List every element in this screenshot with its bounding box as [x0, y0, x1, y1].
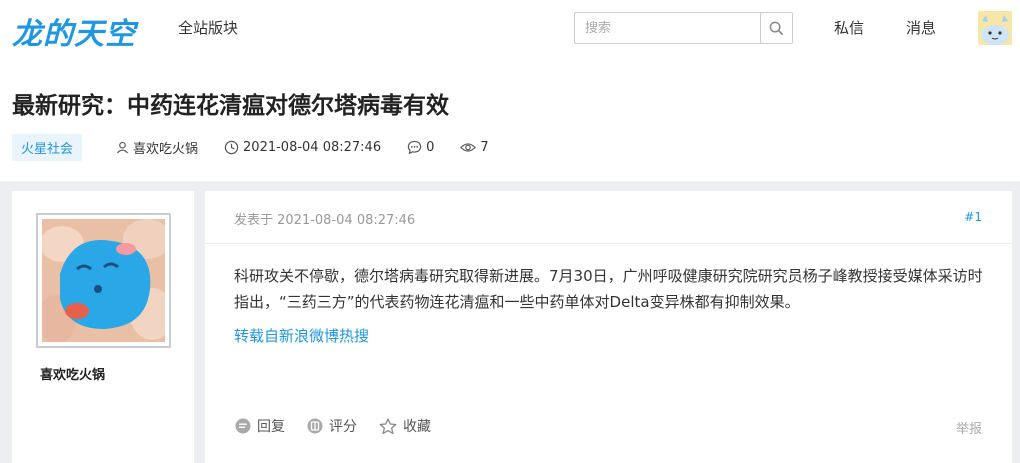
comment-icon [407, 140, 422, 154]
category-tag[interactable]: 火星社会 [12, 133, 83, 161]
post-header: 发表于 2021-08-04 08:27:46 #1 [205, 191, 1012, 244]
author-card: 喜欢吃火锅 [12, 191, 194, 463]
search-box [574, 12, 793, 44]
avatar-image [978, 11, 1012, 45]
author-avatar-image [42, 219, 165, 342]
meta-comments-count: 0 [426, 139, 435, 155]
clock-icon [224, 140, 239, 154]
thread-meta: 火星社会 喜欢吃火锅 2021-08-04 08:27:46 0 7 [12, 133, 515, 161]
meta-views-count: 7 [480, 139, 489, 155]
top-bar: 龙的天空 全站版块 私信 消息 [0, 0, 1020, 60]
post-body: 科研攻关不停歇，德尔塔病毒研究取得新进展。7月30日，广州呼吸健康研究院研究员杨… [234, 267, 983, 311]
search-icon [769, 21, 784, 35]
star-icon [379, 417, 397, 434]
post-card: 发表于 2021-08-04 08:27:46 #1 科研攻关不停歇，德尔塔病毒… [205, 191, 1012, 463]
rate-button[interactable]: 评分 [307, 416, 357, 436]
user-icon [116, 141, 129, 153]
author-avatar[interactable] [36, 213, 171, 348]
search-button[interactable] [760, 13, 792, 43]
favorite-button[interactable]: 收藏 [379, 416, 431, 436]
repost-source-link[interactable]: 转载自新浪微博热搜 [234, 325, 369, 346]
avatar[interactable] [978, 11, 1012, 45]
meta-comments: 0 [407, 140, 434, 155]
post-timestamp: 发表于 2021-08-04 08:27:46 [234, 213, 416, 228]
rate-icon [307, 418, 323, 434]
reply-label: 回复 [257, 419, 285, 435]
rate-label: 评分 [329, 419, 357, 435]
nav-messages[interactable]: 消息 [906, 17, 936, 38]
nav-private-message[interactable]: 私信 [834, 17, 864, 38]
post-actions: 回复 评分 收藏 [235, 416, 453, 436]
search-input[interactable] [575, 13, 760, 43]
reply-button[interactable]: 回复 [235, 416, 285, 436]
meta-author-name: 喜欢吃火锅 [133, 141, 199, 157]
eye-icon [460, 142, 477, 152]
page-title: 最新研究：中药连花清瘟对德尔塔病毒有效 [12, 93, 449, 119]
meta-views: 7 [460, 139, 489, 155]
reply-icon [235, 418, 251, 434]
meta-author[interactable]: 喜欢吃火锅 [116, 138, 198, 157]
post-floor-link[interactable]: #1 [964, 210, 982, 224]
nav-all-boards[interactable]: 全站版块 [178, 17, 238, 38]
meta-datetime-text: 2021-08-04 08:27:46 [243, 139, 382, 155]
site-logo[interactable]: 龙的天空 [12, 9, 136, 53]
favorite-label: 收藏 [403, 419, 431, 435]
meta-datetime: 2021-08-04 08:27:46 [224, 140, 381, 155]
author-name[interactable]: 喜欢吃火锅 [40, 364, 105, 383]
report-link[interactable]: 举报 [956, 418, 982, 437]
